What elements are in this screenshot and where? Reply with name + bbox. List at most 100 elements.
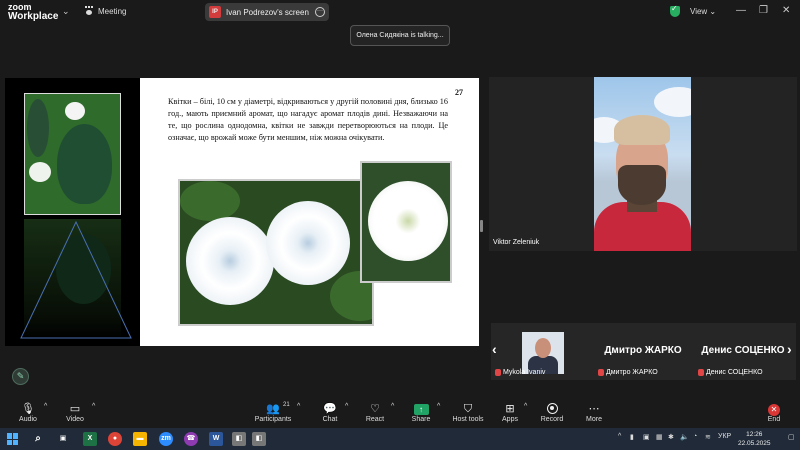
shield-icon: ⛉ [463,403,473,415]
more-options-icon[interactable]: ··· [315,7,325,17]
share-screen-icon: ↑ [413,404,429,415]
react-options-chevron-icon[interactable]: ^ [391,403,394,410]
annotate-pencil-icon[interactable]: ✎ [12,368,29,385]
participants-count: 21 [283,402,290,408]
active-speaker-video[interactable]: Viktor Zeleniuk [489,77,797,251]
chrome-icon[interactable]: ● [108,432,122,446]
clock-date: 22.05.2025 [738,440,771,447]
logo-line2: Workplace [8,11,59,22]
avatar [522,332,564,374]
network-icon[interactable]: ◔ [693,433,697,440]
end-meeting-button[interactable]: ✕ End [764,403,784,423]
speaker-icon[interactable]: 🔈 [680,433,689,441]
audio-label: Audio [19,416,37,423]
tray-app-icon[interactable]: ▮ [630,433,634,441]
language-indicator[interactable]: УКР [718,433,731,440]
restore-icon[interactable]: ❐ [759,5,768,16]
participants-label: Participants [254,416,292,423]
audio-options-chevron-icon[interactable]: ^ [44,403,47,410]
meeting-info-button[interactable]: Meeting [84,6,126,16]
share-options-chevron-icon[interactable]: ^ [437,403,440,410]
top-bar: zoom Workplace ⌄ Meeting IP Ivan Podrezo… [0,0,800,26]
gallery-tile[interactable]: Денис СОЦЕНКО Денис СОЦЕНКО [694,323,792,380]
app-icon[interactable]: ◧ [252,432,266,446]
shared-screen: 27 Квітки – білі, 10 см у діаметрі, відк… [5,78,479,346]
viber-icon[interactable]: ☎ [184,432,198,446]
system-clock[interactable]: 12:26 22.05.2025 [738,430,771,448]
apps-icon: ⊞ [505,403,515,415]
file-explorer-icon[interactable]: ▬ [133,432,147,446]
react-button[interactable]: ♡ React [362,403,388,423]
more-icon: ⋯ [588,403,600,415]
tile-name: Дмитро ЖАРКО [606,369,658,376]
gallery-tile[interactable]: Дмитро ЖАРКО Дмитро ЖАРКО [594,323,692,380]
gourd-photo [24,93,121,215]
bluetooth-icon[interactable]: ✱ [668,433,674,441]
tile-name: Денис СОЦЕНКО [706,369,763,376]
task-view-icon[interactable]: ▣ [56,432,70,446]
meeting-label: Meeting [98,6,127,16]
record-button[interactable]: Record [539,403,565,423]
end-icon: ✕ [768,404,780,416]
more-label: More [586,416,602,423]
encryption-shield-icon[interactable] [670,4,680,17]
tray-app-icon[interactable]: ▣ [643,433,650,441]
tray-app-icon[interactable]: ▦ [656,433,663,441]
triangle-decoration [20,220,132,339]
excel-icon[interactable]: X [83,432,97,446]
meeting-toolbar: 🎙 Audio ^ ▭ Video ^ 👥 Participants 21 ^ … [0,400,800,428]
chevron-down-icon[interactable]: ⌄ [62,6,70,17]
tray-chevron-icon[interactable]: ^ [618,433,621,440]
audio-button[interactable]: 🎙 Audio [16,403,40,423]
video-label: Video [66,416,84,423]
single-flower-photo [360,161,452,283]
video-camera-icon: ▭ [69,403,81,415]
split-drag-handle[interactable] [480,220,483,232]
gallery-tile[interactable]: Mykola Ivaniv [491,323,589,380]
participant-gallery: ‹ Mykola Ivaniv Дмитро ЖАРКО Дмитро ЖАРК… [491,323,796,380]
app-icon[interactable]: ◧ [232,432,246,446]
heart-icon: ♡ [370,403,380,415]
notifications-icon[interactable]: ▢ [788,433,795,441]
video-options-chevron-icon[interactable]: ^ [92,403,95,410]
participant-video-frame [594,77,691,251]
search-icon[interactable]: ⌕ [31,432,45,446]
record-label: Record [540,416,564,423]
minimize-icon[interactable]: — [736,5,746,16]
share-button[interactable]: ↑ Share [408,403,434,423]
video-button[interactable]: ▭ Video [63,403,87,423]
tile-display-name: Денис СОЦЕНКО [701,345,785,356]
zoom-logo: zoom Workplace [8,2,58,22]
mic-muted-icon [598,369,604,376]
tile-display-name: Дмитро ЖАРКО [604,345,682,356]
chat-icon: 💬 [323,403,337,415]
mic-muted-icon [495,369,501,376]
white-flowers-photo [178,179,374,326]
host-tools-button[interactable]: ⛉ Host tools [452,403,484,423]
slide-side-strip [5,78,140,346]
apps-options-chevron-icon[interactable]: ^ [524,403,527,410]
share-label: Share [411,416,431,423]
word-icon[interactable]: W [209,432,223,446]
screen-share-indicator[interactable]: IP Ivan Podrezov's screen ··· [205,3,329,21]
slide-page-number: 27 [455,88,463,97]
end-label: End [767,416,781,423]
participants-options-chevron-icon[interactable]: ^ [297,403,300,410]
chat-button[interactable]: 💬 Chat [318,403,342,423]
microphone-icon: 🎙 [21,403,35,415]
chevron-right-icon[interactable]: › [787,341,792,357]
participant-name-label: Viktor Zeleniuk [493,239,540,246]
close-icon[interactable]: ✕ [782,5,790,16]
windows-taskbar: ⌕ ▣ X ● ▬ zm ☎ W ◧ ◧ ^ ▮ ▣ ▦ ✱ 🔈 ◔ ≋ УКР… [0,428,800,450]
mic-muted-icon [698,369,704,376]
wifi-icon[interactable]: ≋ [705,433,711,441]
zoom-taskbar-icon[interactable]: zm [159,432,173,446]
record-icon [546,403,558,414]
apps-label: Apps [502,416,518,423]
paw-icon [84,6,94,16]
chat-options-chevron-icon[interactable]: ^ [345,403,348,410]
view-button[interactable]: View ⌄ [690,7,716,16]
apps-button[interactable]: ⊞ Apps [499,403,521,423]
windows-start-icon[interactable] [7,433,19,445]
more-button[interactable]: ⋯ More [583,403,605,423]
